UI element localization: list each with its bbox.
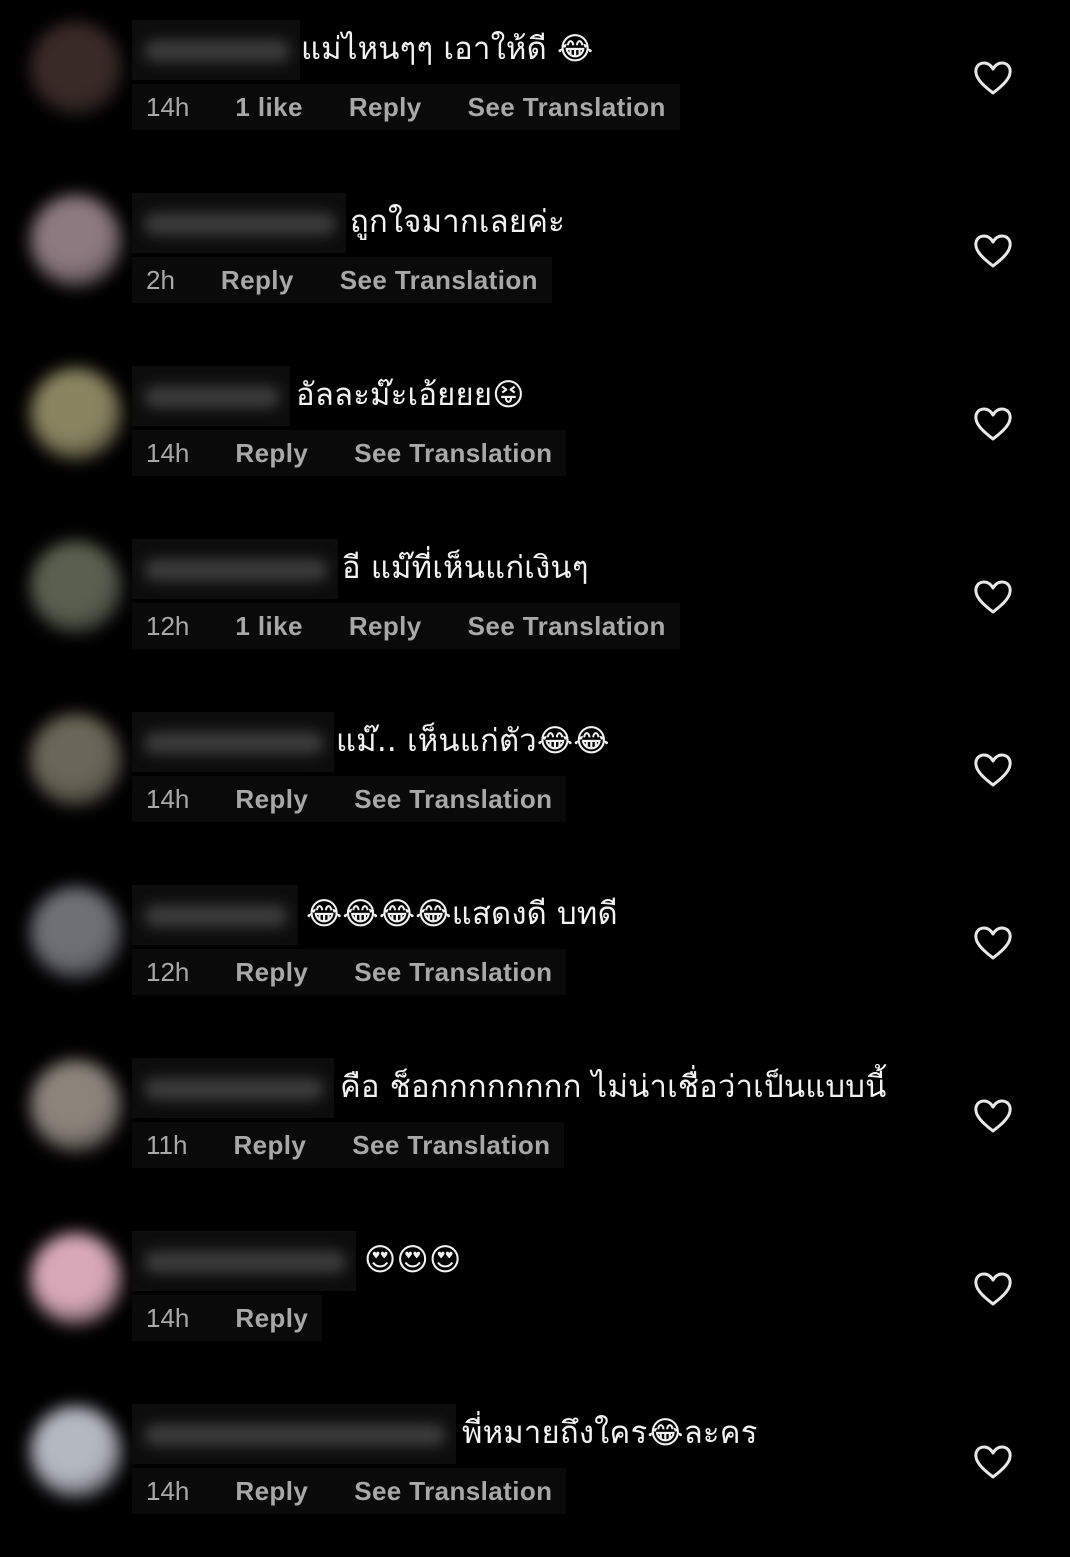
comment-meta: 14h Reply See Translation — [132, 1468, 567, 1514]
see-translation-button[interactable]: See Translation — [354, 438, 552, 469]
comment-item: แม่ไหนๆๆ เอาให้ดี 😂 14h 1 like Reply See… — [0, 0, 1070, 173]
comment-text: 😂😂😂😂แสดงดี บทดี — [306, 896, 618, 932]
like-button[interactable] — [973, 1271, 1013, 1307]
avatar[interactable] — [30, 541, 122, 633]
comment-meta: 14h Reply — [132, 1295, 323, 1341]
like-button[interactable] — [973, 60, 1013, 96]
heart-outline-icon — [974, 580, 1012, 614]
username-redacted[interactable] — [132, 712, 334, 772]
heart-outline-icon — [974, 753, 1012, 787]
comment-timestamp: 14h — [146, 1302, 190, 1333]
like-button[interactable] — [973, 925, 1013, 961]
see-translation-button[interactable]: See Translation — [468, 611, 666, 642]
username-redacted[interactable] — [132, 366, 290, 426]
comment-timestamp: 2h — [146, 264, 175, 295]
comment-meta: 12h 1 like Reply See Translation — [132, 603, 680, 649]
avatar[interactable] — [30, 368, 122, 460]
reply-button[interactable]: Reply — [349, 611, 422, 642]
comment-text: 😍😍😍 — [364, 1242, 462, 1278]
see-translation-button[interactable]: See Translation — [340, 265, 538, 296]
heart-outline-icon — [974, 61, 1012, 95]
reply-button[interactable]: Reply — [349, 92, 422, 123]
comment-item: คือ ช็อกกกกกกกก ไม่น่าเชื่อว่าเป็นแบบนี้… — [0, 1038, 1070, 1211]
comment-text: ถูกใจมากเลยค่ะ — [350, 204, 565, 240]
see-translation-button[interactable]: See Translation — [354, 784, 552, 815]
username-redacted[interactable] — [132, 1058, 334, 1118]
comment-item: อี แม๊ที่เห็นแก่เงินๆ 12h 1 like Reply S… — [0, 519, 1070, 692]
comment-meta: 12h Reply See Translation — [132, 949, 567, 995]
comment-timestamp: 14h — [146, 437, 190, 468]
avatar[interactable] — [30, 22, 122, 114]
reply-button[interactable]: Reply — [235, 957, 308, 988]
like-button[interactable] — [973, 752, 1013, 788]
comment-meta: 11h Reply See Translation — [132, 1122, 565, 1168]
username-redacted[interactable] — [132, 1231, 356, 1291]
reply-button[interactable]: Reply — [235, 784, 308, 815]
username-redacted[interactable] — [132, 1404, 456, 1464]
username-redacted[interactable] — [132, 539, 338, 599]
like-button[interactable] — [973, 406, 1013, 442]
heart-outline-icon — [974, 1272, 1012, 1306]
comment-timestamp: 12h — [146, 956, 190, 987]
comment-text: อัลละม๊ะเอ้ยยย😝 — [296, 377, 525, 413]
comment-timestamp: 14h — [146, 1475, 190, 1506]
see-translation-button[interactable]: See Translation — [352, 1130, 550, 1161]
comment-text: แม่ไหนๆๆ เอาให้ดี 😂 — [301, 31, 594, 67]
comment-text: พี่หมายถึงใคร😂ละคร — [462, 1415, 758, 1451]
comment-text: อี แม๊ที่เห็นแก่เงินๆ — [342, 550, 589, 586]
comment-item: อัลละม๊ะเอ้ยยย😝 14h Reply See Translatio… — [0, 346, 1070, 519]
reply-button[interactable]: Reply — [235, 1476, 308, 1507]
reply-button[interactable]: Reply — [233, 1130, 306, 1161]
like-count-button[interactable]: 1 like — [235, 611, 302, 642]
avatar[interactable] — [30, 887, 122, 979]
avatar[interactable] — [30, 1233, 122, 1325]
avatar[interactable] — [30, 1406, 122, 1498]
comment-meta: 2h Reply See Translation — [132, 257, 552, 303]
avatar[interactable] — [30, 195, 122, 287]
see-translation-button[interactable]: See Translation — [354, 957, 552, 988]
avatar[interactable] — [30, 1060, 122, 1152]
comment-text: คือ ช็อกกกกกกกก ไม่น่าเชื่อว่าเป็นแบบนี้ — [340, 1069, 887, 1105]
like-button[interactable] — [973, 233, 1013, 269]
comment-item: ถูกใจมากเลยค่ะ 2h Reply See Translation — [0, 173, 1070, 346]
heart-outline-icon — [974, 234, 1012, 268]
see-translation-button[interactable]: See Translation — [468, 92, 666, 123]
comment-timestamp: 14h — [146, 783, 190, 814]
comment-item: พี่หมายถึงใคร😂ละคร 14h Reply See Transla… — [0, 1384, 1070, 1557]
heart-outline-icon — [974, 407, 1012, 441]
heart-outline-icon — [974, 1099, 1012, 1133]
like-button[interactable] — [973, 579, 1013, 615]
heart-outline-icon — [974, 926, 1012, 960]
comment-timestamp: 14h — [146, 91, 190, 122]
comment-timestamp: 12h — [146, 610, 190, 641]
username-redacted[interactable] — [132, 20, 300, 80]
comment-text: แม๊.. เห็นแก่ตัว😂😂 — [336, 723, 610, 759]
like-button[interactable] — [973, 1098, 1013, 1134]
reply-button[interactable]: Reply — [235, 438, 308, 469]
username-redacted[interactable] — [132, 193, 346, 253]
like-count-button[interactable]: 1 like — [235, 92, 302, 123]
username-redacted[interactable] — [132, 885, 298, 945]
avatar[interactable] — [30, 714, 122, 806]
reply-button[interactable]: Reply — [221, 265, 294, 296]
comment-meta: 14h 1 like Reply See Translation — [132, 84, 680, 130]
like-button[interactable] — [973, 1444, 1013, 1480]
comment-item: 😍😍😍 14h Reply — [0, 1211, 1070, 1384]
comment-item: แม๊.. เห็นแก่ตัว😂😂 14h Reply See Transla… — [0, 692, 1070, 865]
see-translation-button[interactable]: See Translation — [354, 1476, 552, 1507]
comment-meta: 14h Reply See Translation — [132, 430, 567, 476]
reply-button[interactable]: Reply — [235, 1303, 308, 1334]
comment-meta: 14h Reply See Translation — [132, 776, 567, 822]
comment-item: 😂😂😂😂แสดงดี บทดี 12h Reply See Translatio… — [0, 865, 1070, 1038]
comment-timestamp: 11h — [146, 1129, 188, 1160]
comment-list: แม่ไหนๆๆ เอาให้ดี 😂 14h 1 like Reply See… — [0, 0, 1070, 1532]
heart-outline-icon — [974, 1445, 1012, 1479]
